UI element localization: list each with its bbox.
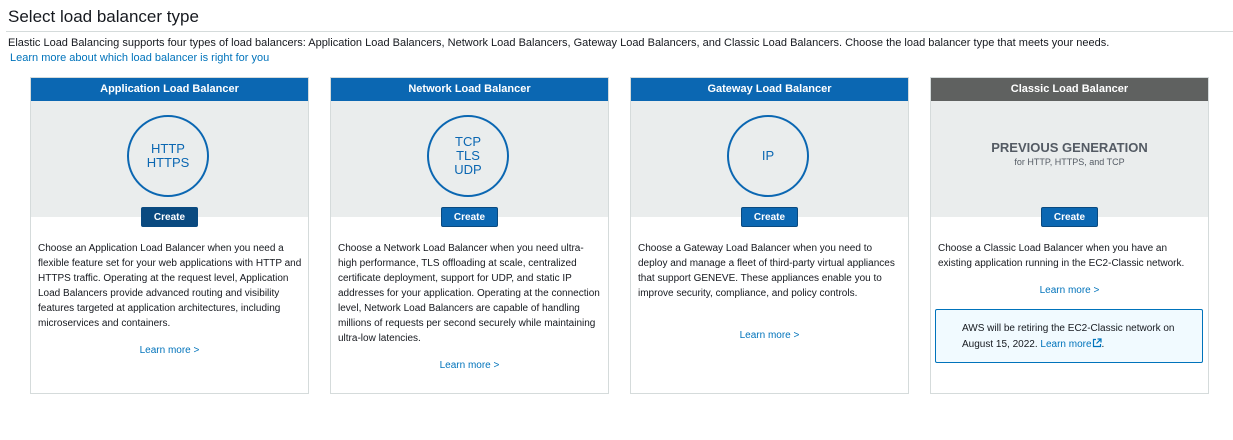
intro-description: Elastic Load Balancing supports four typ…: [8, 37, 1110, 49]
learn-more-link[interactable]: Learn more >: [331, 360, 608, 371]
card-header: Gateway Load Balancer: [631, 78, 908, 101]
card-description: Choose an Application Load Balancer when…: [38, 243, 302, 329]
card-gateway-load-balancer: Gateway Load Balancer IP Create Choose a…: [630, 77, 909, 394]
card-application-load-balancer: Application Load Balancer HTTP HTTPS Cre…: [30, 77, 309, 394]
card-header: Application Load Balancer: [31, 78, 308, 101]
external-link-icon: [1092, 338, 1102, 348]
select-load-balancer-page: Select load balancer type Elastic Load B…: [0, 0, 1233, 440]
previous-generation-label: PREVIOUS GENERATION: [991, 140, 1148, 155]
card-description: Choose a Classic Load Balancer when you …: [938, 243, 1185, 269]
card-header: Network Load Balancer: [331, 78, 608, 101]
card-visual: HTTP HTTPS: [31, 101, 308, 217]
card-network-load-balancer: Network Load Balancer TCP TLS UDP Create…: [330, 77, 609, 394]
protocol-label: TCP: [455, 134, 481, 149]
create-classic-load-balancer-button[interactable]: Create: [1041, 207, 1098, 227]
card-classic-load-balancer: Classic Load Balancer PREVIOUS GENERATIO…: [930, 77, 1209, 394]
protocol-label: TLS: [456, 148, 480, 163]
card-visual: TCP TLS UDP: [331, 101, 608, 217]
create-gateway-load-balancer-button[interactable]: Create: [741, 207, 798, 227]
notice-suffix: .: [1101, 339, 1105, 350]
previous-generation-subtitle: for HTTP, HTTPS, and TCP: [1014, 157, 1125, 167]
create-network-load-balancer-button[interactable]: Create: [441, 207, 498, 227]
notice-link-label: Learn more: [1040, 339, 1092, 350]
page-title: Select load balancer type: [8, 7, 199, 26]
protocol-circle: HTTP HTTPS: [127, 115, 209, 197]
learn-more-link[interactable]: Learn more >: [31, 345, 308, 356]
learn-more-link[interactable]: Learn more >: [931, 285, 1208, 296]
protocol-label: UDP: [454, 162, 482, 177]
protocol-label: HTTP: [151, 141, 185, 156]
protocol-label: IP: [761, 148, 775, 163]
notice-learn-more-link[interactable]: Learn more: [1040, 338, 1102, 350]
which-load-balancer-link[interactable]: Learn more about which load balancer is …: [10, 52, 269, 64]
card-header: Classic Load Balancer: [931, 78, 1208, 101]
card-description: Choose a Gateway Load Balancer when you …: [638, 243, 895, 299]
card-description: Choose a Network Load Balancer when you …: [338, 243, 600, 344]
create-application-load-balancer-button[interactable]: Create: [141, 207, 198, 227]
protocol-circle: TCP TLS UDP: [427, 115, 509, 197]
protocol-circle: IP: [727, 115, 809, 197]
protocol-label: HTTPS: [146, 155, 190, 170]
ec2-classic-retirement-notice: AWS will be retiring the EC2-Classic net…: [935, 309, 1203, 363]
title-divider: [6, 31, 1233, 32]
card-visual: IP: [631, 101, 908, 217]
card-visual: PREVIOUS GENERATION for HTTP, HTTPS, and…: [931, 101, 1208, 217]
learn-more-link[interactable]: Learn more >: [631, 330, 908, 341]
